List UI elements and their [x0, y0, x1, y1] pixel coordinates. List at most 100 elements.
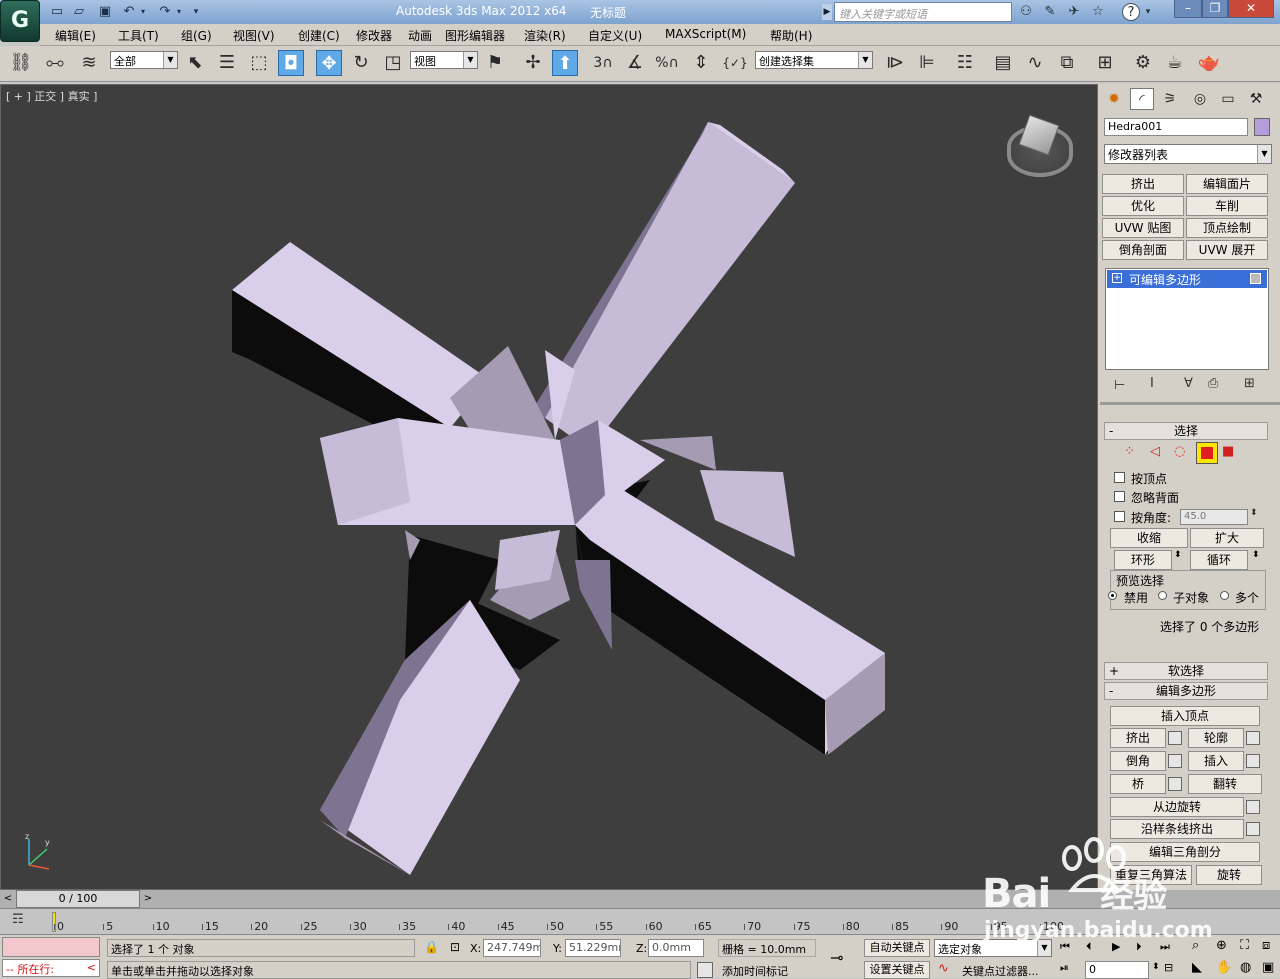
mod-lathe-button[interactable]: 车削	[1186, 196, 1268, 216]
perspective-viewport[interactable]: z y	[0, 84, 1098, 890]
mini-curve-editor-icon[interactable]: ☶	[12, 912, 32, 930]
mirror-icon[interactable]: ⧐	[882, 50, 908, 76]
shrink-button[interactable]: 收缩	[1110, 528, 1188, 548]
stack-visibility-icon[interactable]	[1250, 273, 1261, 284]
grow-button[interactable]: 扩大	[1190, 528, 1264, 548]
hierarchy-tab-icon[interactable]: ⚞	[1158, 88, 1182, 110]
render-setup-icon[interactable]: ⚙	[1130, 50, 1156, 76]
save-icon[interactable]: ▣	[96, 3, 114, 21]
menu-edit[interactable]: 编辑(E)	[55, 27, 96, 44]
utilities-tab-icon[interactable]: ⚒	[1244, 88, 1268, 110]
edge-subobject-icon[interactable]: ◁	[1150, 444, 1160, 459]
hedra-model[interactable]	[0, 84, 1098, 890]
menu-animation[interactable]: 动画	[408, 27, 432, 44]
select-object-icon[interactable]: ⬉	[182, 50, 208, 76]
bevel-button[interactable]: 倒角	[1110, 751, 1166, 771]
loop-button[interactable]: 循环	[1190, 550, 1248, 570]
stack-item-editable-poly[interactable]: 可编辑多边形	[1107, 270, 1267, 288]
redo-dropdown-icon[interactable]: ▾	[174, 3, 184, 21]
selection-rollout-header[interactable]: - 选择	[1104, 422, 1268, 440]
customize-toolbar-icon[interactable]: ▾	[190, 3, 202, 21]
align-icon[interactable]: ⊫	[914, 50, 940, 76]
open-file-icon[interactable]: ▱	[70, 3, 88, 21]
angle-value-field[interactable]: 45.0	[1180, 509, 1248, 525]
redo-icon[interactable]: ↷	[156, 3, 174, 21]
search-expand-icon[interactable]: ▶	[822, 4, 832, 20]
loop-spinner-icon[interactable]: ⬍	[1252, 550, 1260, 560]
help-icon[interactable]: ?	[1122, 3, 1140, 21]
outline-button[interactable]: 轮廓	[1188, 728, 1244, 748]
ignore-backface-checkbox[interactable]	[1114, 491, 1125, 505]
pivot-center-icon[interactable]: ⚑	[482, 50, 508, 76]
auto-key-button[interactable]: 自动关键点	[864, 939, 930, 957]
y-coordinate-field[interactable]: 51.229mm	[565, 939, 621, 957]
outline-settings-icon[interactable]	[1246, 731, 1260, 745]
modify-tab-icon[interactable]: ◜	[1130, 88, 1154, 110]
binoculars-icon[interactable]: ⚇	[1016, 3, 1036, 21]
mod-optimize-button[interactable]: 优化	[1102, 196, 1184, 216]
layer-manager-icon[interactable]: ☷	[952, 50, 978, 76]
motion-tab-icon[interactable]: ◎	[1188, 88, 1212, 110]
expand-plus-icon[interactable]: +	[1112, 273, 1122, 283]
extrude-button[interactable]: 挤出	[1110, 728, 1166, 748]
select-by-name-icon[interactable]: ☰	[214, 50, 240, 76]
remove-modifier-icon[interactable]: ⎙	[1208, 376, 1218, 391]
maximize-button[interactable]: ❐	[1202, 0, 1228, 18]
key-icon[interactable]: ⊸	[830, 948, 843, 967]
make-unique-icon[interactable]: ∀	[1184, 376, 1193, 391]
inset-button[interactable]: 插入	[1188, 751, 1244, 771]
select-move-icon[interactable]: ✥	[316, 50, 342, 76]
polygon-subobject-icon[interactable]	[1196, 442, 1218, 464]
soft-selection-rollout-header[interactable]: + 软选择	[1104, 662, 1268, 680]
preview-multi-radio[interactable]	[1220, 591, 1229, 600]
edit-named-selection-icon[interactable]: {✓}	[722, 50, 748, 76]
element-subobject-icon[interactable]: ■	[1222, 444, 1234, 459]
menu-help[interactable]: 帮助(H)	[770, 27, 812, 44]
undo-dropdown-icon[interactable]: ▾	[138, 3, 148, 21]
menu-maxscript[interactable]: MAXScript(M)	[665, 27, 746, 41]
display-tab-icon[interactable]: ▭	[1216, 88, 1240, 110]
minimize-button[interactable]: –	[1174, 0, 1202, 18]
menu-group[interactable]: 组(G)	[181, 27, 212, 44]
maxscript-listener-mini[interactable]	[2, 937, 100, 957]
menu-views[interactable]: 视图(V)	[233, 27, 275, 44]
edit-polygons-rollout-header[interactable]: - 编辑多边形	[1104, 682, 1268, 700]
window-crossing-icon[interactable]: ◘	[278, 50, 304, 76]
percent-snap-icon[interactable]: %∩	[654, 50, 680, 76]
next-frame-icon[interactable]: >	[142, 891, 154, 907]
lock-selection-icon[interactable]: 🔒	[424, 940, 439, 954]
prev-frame-icon[interactable]: <	[2, 891, 14, 907]
angle-snap-icon[interactable]: ∡	[622, 50, 648, 76]
mod-extrude-button[interactable]: 挤出	[1102, 174, 1184, 194]
hinge-settings-icon[interactable]	[1246, 800, 1260, 814]
preview-subobject-radio[interactable]	[1158, 591, 1167, 600]
menu-customize[interactable]: 自定义(U)	[588, 27, 642, 44]
set-key-button[interactable]: 设置关键点	[864, 961, 930, 979]
add-time-tag-label[interactable]: 添加时间标记	[722, 963, 788, 979]
help-dropdown-icon[interactable]: ▾	[1142, 3, 1154, 21]
border-subobject-icon[interactable]: ◌	[1174, 444, 1185, 459]
keyboard-shortcut-override-icon[interactable]: ⬆	[552, 50, 578, 76]
object-color-swatch[interactable]	[1254, 118, 1270, 136]
pin-stack-icon[interactable]: ⊢	[1114, 378, 1125, 393]
x-coordinate-field[interactable]: 247.749mm	[483, 939, 541, 957]
create-tab-icon[interactable]: ✹	[1102, 88, 1126, 110]
show-end-result-icon[interactable]: Ⅰ	[1150, 376, 1154, 391]
mod-unwrap-uvw-button[interactable]: UVW 展开	[1186, 240, 1268, 260]
insert-vertex-button[interactable]: 插入顶点	[1110, 706, 1260, 726]
bridge-settings-icon[interactable]	[1168, 777, 1182, 791]
undo-icon[interactable]: ↶	[120, 3, 138, 21]
maxscript-running-field[interactable]: -- 所在行: <	[2, 959, 100, 977]
modifier-list-dropdown[interactable]: 修改器列表 ▼	[1104, 144, 1272, 164]
bevel-settings-icon[interactable]	[1168, 754, 1182, 768]
mod-bevel-profile-button[interactable]: 倒角剖面	[1102, 240, 1184, 260]
inset-settings-icon[interactable]	[1246, 754, 1260, 768]
menu-tools[interactable]: 工具(T)	[118, 27, 159, 44]
graphite-ribbon-icon[interactable]: ▤	[990, 50, 1016, 76]
app-logo-icon[interactable]: G	[0, 0, 40, 42]
favorites-star-icon[interactable]: ☆	[1088, 3, 1108, 21]
extrude-settings-icon[interactable]	[1168, 731, 1182, 745]
by-vertex-checkbox[interactable]	[1114, 472, 1125, 486]
render-production-icon[interactable]: 🫖	[1196, 50, 1222, 76]
absolute-mode-icon[interactable]: ⊡	[450, 940, 460, 954]
